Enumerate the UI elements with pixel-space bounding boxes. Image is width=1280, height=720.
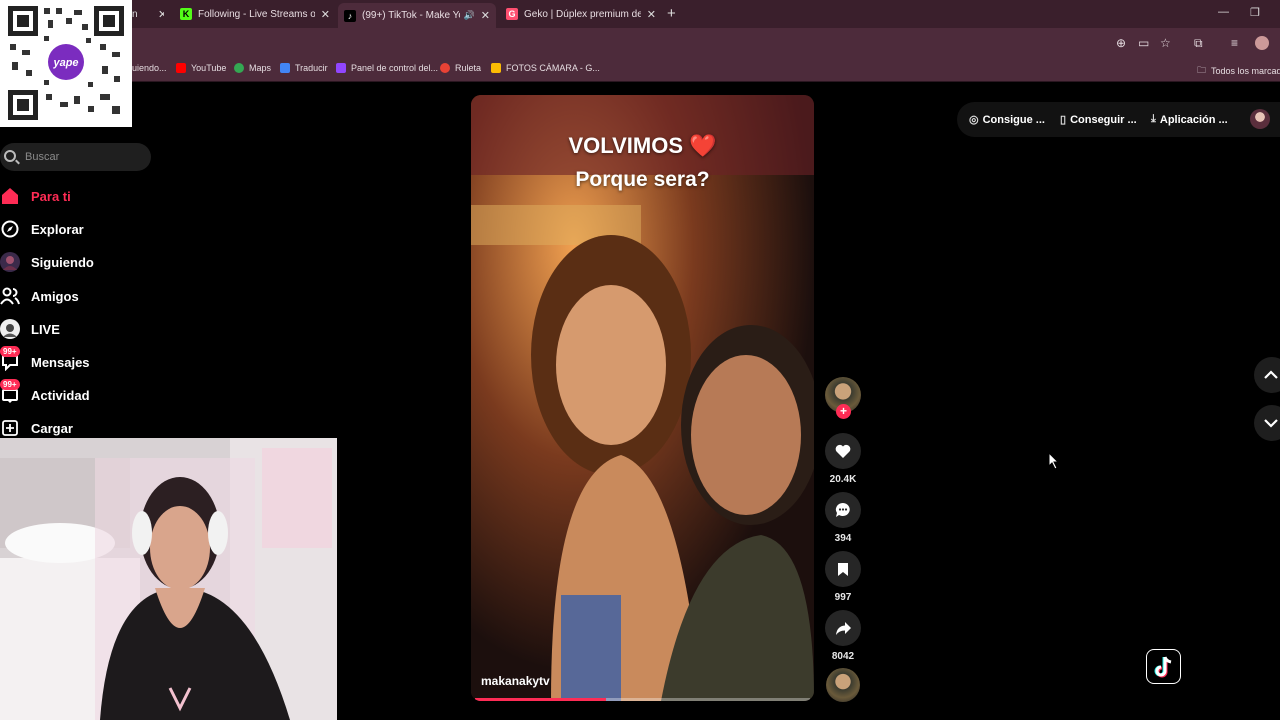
minimize-icon[interactable]: — xyxy=(1218,6,1229,18)
video-progress-fill xyxy=(475,698,606,701)
upload-icon xyxy=(0,418,20,438)
sidebar-item-messages[interactable]: 99+ Mensajes xyxy=(0,346,150,374)
phone-icon: ▯ xyxy=(1060,114,1067,126)
chevron-up-icon xyxy=(1264,370,1278,379)
maps-icon xyxy=(234,63,244,73)
get-app-button[interactable]: ▯ Conseguir ... xyxy=(1060,113,1137,127)
folder-icon: 🗀 xyxy=(1197,65,1207,75)
tab-tiktok[interactable]: ♪ (99+) TikTok - Make Your Da 🔊 ✕ xyxy=(338,3,496,28)
close-icon[interactable]: ✕ xyxy=(481,9,490,22)
friends-icon xyxy=(0,286,20,306)
geko-icon: G xyxy=(506,8,518,20)
bookmark-ruleta[interactable]: Ruleta xyxy=(440,63,481,73)
screen: ✕ K Following - Live Streams on Ki ✕ ♪ (… xyxy=(0,0,1280,720)
webcam-scene xyxy=(0,438,337,720)
tab-close-button[interactable]: ✕ xyxy=(152,4,164,24)
comment-count: 394 xyxy=(834,533,852,544)
drive-icon xyxy=(491,63,501,73)
svg-text:yape: yape xyxy=(52,57,78,69)
like-count: 20.4K xyxy=(829,474,857,485)
chevron-down-icon xyxy=(1264,419,1278,428)
zoom-icon[interactable]: ⊕ xyxy=(1116,36,1126,50)
qr-code-icon: yape xyxy=(8,6,124,120)
comment-icon xyxy=(835,502,850,517)
reading-list-icon[interactable]: ≡ xyxy=(1231,36,1238,50)
search-icon xyxy=(4,150,16,162)
sidebar-item-upload[interactable]: Cargar xyxy=(0,416,150,440)
search-input[interactable]: Buscar xyxy=(0,143,151,171)
tab-kick[interactable]: K Following - Live Streams on Ki ✕ xyxy=(180,4,330,24)
url-field[interactable]: n xyxy=(132,9,138,20)
speaker-icon[interactable]: 🔊 xyxy=(464,10,475,21)
get-coins-button[interactable]: ◎ Consigue ... xyxy=(969,113,1045,127)
live-icon xyxy=(0,319,20,339)
tab-geko[interactable]: G Geko | Dúplex premium de 2 d ✕ xyxy=(506,4,656,24)
bookmark-fotos[interactable]: FOTOS CÁMARA - G... xyxy=(491,63,600,73)
sidebar-item-explore[interactable]: Explorar xyxy=(0,217,150,241)
extensions-icon[interactable]: ⧉ xyxy=(1194,36,1203,51)
video-caption-line2: Porque sera? xyxy=(575,168,710,191)
bookmark-twitch-panel[interactable]: Panel de control del... xyxy=(336,63,438,73)
download-icon: ⤓ xyxy=(1151,113,1156,125)
cast-icon[interactable]: ▭ xyxy=(1138,36,1149,50)
sidebar-item-for-you[interactable]: Para ti xyxy=(0,184,150,208)
share-button[interactable] xyxy=(825,610,861,646)
kick-icon: K xyxy=(180,8,192,20)
bookmark-maps[interactable]: Maps xyxy=(234,63,271,73)
qr-code-overlay: yape xyxy=(0,0,132,127)
bookmark-button[interactable] xyxy=(825,551,861,587)
bookmark-translate[interactable]: Traducir xyxy=(280,63,328,73)
next-video-button[interactable] xyxy=(1254,405,1280,441)
coin-icon: ◎ xyxy=(969,114,979,126)
video-progress-bar[interactable] xyxy=(475,698,810,701)
home-icon xyxy=(0,186,20,206)
comment-button[interactable] xyxy=(825,492,861,528)
messages-icon: 99+ xyxy=(0,346,20,372)
bookmark-icon xyxy=(838,562,848,576)
video-caption-line1: VOLVIMOS ❤️ xyxy=(568,133,717,158)
translate-icon xyxy=(280,63,290,73)
all-bookmarks[interactable]: 🗀 Todos los marcad xyxy=(1197,63,1280,79)
tiktok-icon: ♪ xyxy=(344,9,356,22)
wheel-icon xyxy=(440,63,450,73)
video-player[interactable]: VOLVIMOS ❤️ Porque sera? makanakytv xyxy=(471,95,814,701)
following-avatar-icon xyxy=(0,252,20,272)
restore-icon[interactable]: ❐ xyxy=(1250,6,1260,19)
compass-icon xyxy=(0,219,20,239)
webcam-overlay xyxy=(0,438,337,720)
like-button[interactable] xyxy=(825,433,861,469)
save-count: 997 xyxy=(834,592,852,603)
close-icon[interactable]: ✕ xyxy=(321,8,330,21)
share-count: 8042 xyxy=(831,651,855,662)
messages-badge: 99+ xyxy=(0,346,20,357)
youtube-icon xyxy=(176,63,186,73)
profile-avatar[interactable] xyxy=(1255,36,1269,50)
sidebar-item-following[interactable]: Siguiendo xyxy=(0,250,150,274)
user-avatar[interactable] xyxy=(1250,109,1270,129)
close-icon[interactable]: ✕ xyxy=(647,8,656,21)
mouse-cursor-icon xyxy=(1048,452,1060,470)
activity-icon: 99+ xyxy=(0,379,20,405)
twitch-icon xyxy=(336,63,346,73)
sidebar-item-activity[interactable]: 99+ Actividad xyxy=(0,379,150,407)
sidebar-item-live[interactable]: LIVE xyxy=(0,317,150,341)
heart-icon xyxy=(835,444,851,458)
activity-badge: 99+ xyxy=(0,379,20,390)
video-author[interactable]: makanakytv xyxy=(481,674,550,688)
share-icon xyxy=(835,621,851,635)
bookmark-item[interactable]: uiendo... xyxy=(132,63,167,73)
address-bar xyxy=(0,28,1280,58)
star-icon[interactable]: ☆ xyxy=(1160,36,1171,50)
tiktok-logo-icon[interactable] xyxy=(1146,649,1181,684)
previous-video-button[interactable] xyxy=(1254,357,1280,393)
new-tab-button[interactable]: + xyxy=(667,5,676,22)
bookmark-youtube[interactable]: YouTube xyxy=(176,63,226,73)
music-disc-avatar[interactable] xyxy=(826,668,860,702)
follow-button[interactable]: + xyxy=(836,404,851,419)
sidebar-item-friends[interactable]: Amigos xyxy=(0,284,150,308)
app-download-button[interactable]: ⤓ Aplicación ... xyxy=(1151,113,1228,126)
